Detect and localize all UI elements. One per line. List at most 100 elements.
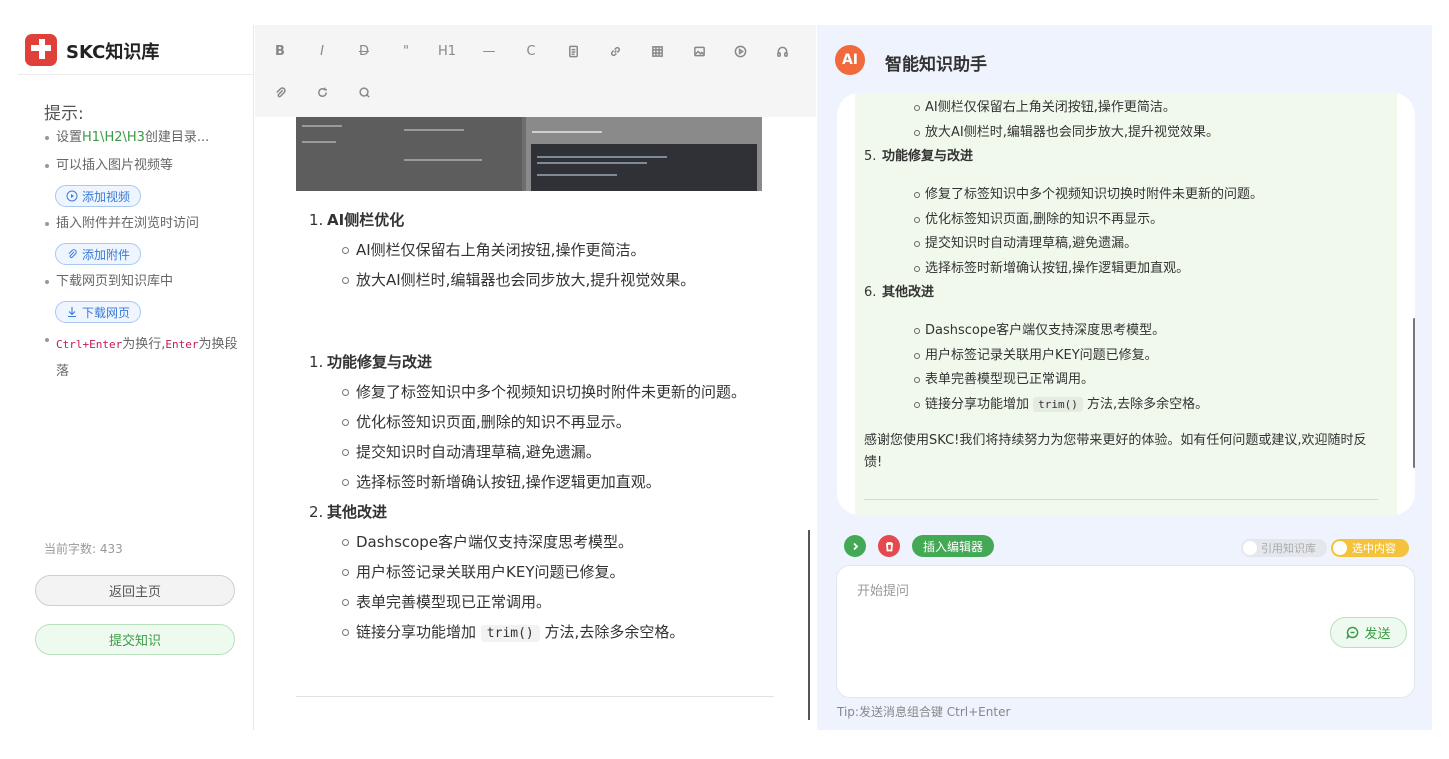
audio-button[interactable] (768, 39, 796, 63)
refresh-icon (317, 87, 327, 97)
tip-text: 插入附件并在浏览时访问 (56, 216, 200, 231)
list-item: 表单完善模型现已正常调用。 (855, 372, 1397, 397)
tip-item: 设置H1\H2\H3创建目录... (44, 129, 244, 147)
chat-bubble-icon (1346, 626, 1359, 639)
tip-text: 设置 (56, 130, 83, 145)
play-circle-icon (734, 45, 746, 57)
thanks-text: 感谢您使用SKC!我们将持续努力为您带来更好的体验。如有任何问题或建议,欢迎随时… (864, 433, 1367, 470)
section-number: 1. (309, 211, 324, 229)
headphones-icon (776, 46, 788, 57)
list-item: 修复了标签知识中多个视频知识切换时附件未更新的问题。 (309, 383, 789, 413)
strikethrough-button[interactable]: D (350, 39, 378, 63)
add-video-button[interactable]: 添加视频 (55, 185, 142, 207)
question-input[interactable] (857, 580, 1257, 602)
image-left-panel (296, 117, 522, 191)
add-attachment-button[interactable]: 添加附件 (55, 243, 142, 265)
list-item-text: 方法,去除多余空格。 (1087, 396, 1209, 412)
toggle-knob (1243, 541, 1257, 555)
toggle-label: 引用知识库 (1261, 542, 1316, 555)
editor-toolbar: B I D " H1 — C (255, 25, 816, 117)
section-title: AI侧栏优化 (327, 211, 405, 229)
list-item: AI侧栏仅保留右上角关闭按钮,操作更简洁。 (309, 241, 789, 271)
section-title: 其他改进 (327, 503, 388, 521)
video-button[interactable] (726, 39, 754, 63)
section-title: 其他改进 (882, 285, 935, 300)
brand-header: SKC知识库 (18, 25, 254, 75)
list-item: 放大AI侧栏时,编辑器也会同步放大,提升视觉效果。 (855, 125, 1397, 150)
reference-knowledge-toggle[interactable]: 引用知识库 (1241, 539, 1327, 557)
tip-item: 可以插入图片视频等 (44, 157, 244, 175)
toggle-knob (1333, 541, 1347, 555)
tip-text: 下载网页到知识库中 (56, 274, 174, 289)
send-button[interactable]: 发送 (1330, 617, 1407, 648)
question-box: 发送 (836, 565, 1415, 698)
bold-button[interactable]: B (266, 39, 294, 63)
delete-button[interactable] (878, 535, 900, 557)
italic-button[interactable]: I (308, 39, 336, 63)
chat-controls: 插入编辑器 引用知识库 选中内容 (817, 533, 1432, 559)
section-number: 6. (864, 285, 877, 300)
brand-logo-icon (25, 34, 57, 66)
list-item: 修复了标签知识中多个视频知识切换时附件未更新的问题。 (855, 187, 1397, 212)
list-item: Dashscope客户端仅支持深度思考模型。 (855, 323, 1397, 348)
link-icon (610, 46, 620, 56)
link-button[interactable] (601, 39, 629, 63)
image-right-panel (526, 117, 762, 191)
tip-code: Ctrl+Enter (56, 338, 123, 351)
word-count-label: 当前字数: (44, 542, 97, 556)
submit-knowledge-button[interactable]: 提交知识 (35, 624, 235, 655)
insert-editor-button[interactable]: 插入编辑器 (912, 535, 995, 557)
list-item: 提交知识时自动清理草稿,避免遗漏。 (855, 236, 1397, 261)
list-item: 选择标签时新增确认按钮,操作逻辑更加直观。 (309, 473, 789, 503)
message-content: AI侧栏仅保留右上角关闭按钮,操作更简洁。 放大AI侧栏时,编辑器也会同步放大,… (855, 93, 1397, 474)
trash-icon (885, 541, 893, 551)
section-heading: 1. AI侧栏优化 (309, 211, 789, 241)
tip-highlight: H1\H2\H3 (82, 130, 145, 145)
ai-avatar: AI (835, 45, 865, 75)
inline-code: trim() (1033, 396, 1083, 412)
paperclip-icon (68, 249, 77, 259)
chat-window: AI侧栏仅保留右上角关闭按钮,操作更简洁。 放大AI侧栏时,编辑器也会同步放大,… (837, 93, 1415, 515)
section-heading: 5. 功能修复与改进 (855, 149, 1397, 173)
tip-item: Ctrl+Enter为换行,Enter为换段落 (44, 331, 244, 385)
editor: B I D " H1 — C 1. AI侧栏优化 AI侧栏仅保留右上角关闭按钮,… (255, 25, 816, 730)
attachment-button[interactable] (266, 80, 294, 104)
editor-scrollbar[interactable] (808, 530, 810, 720)
code-button[interactable]: C (517, 39, 545, 63)
list-item: 表单完善模型现已正常调用。 (309, 593, 789, 623)
ai-panel: AI 智能知识助手 AI侧栏仅保留右上角关闭按钮,操作更简洁。 放大AI侧栏时,… (817, 25, 1432, 730)
back-home-button[interactable]: 返回主页 (35, 575, 235, 606)
horizontal-rule-button[interactable]: — (475, 39, 503, 63)
download-icon (68, 307, 76, 318)
download-page-label: 下载网页 (82, 305, 131, 320)
sidebar: SKC知识库 提示: 设置H1\H2\H3创建目录... 可以插入图片视频等 添… (18, 25, 254, 730)
section-heading: 6. 其他改进 (855, 285, 1397, 309)
add-video-label: 添加视频 (82, 189, 131, 204)
section-heading: 1. 功能修复与改进 (309, 353, 789, 383)
expand-button[interactable] (844, 535, 866, 557)
image-button[interactable] (685, 39, 713, 63)
search-button[interactable] (350, 80, 378, 104)
selected-content-toggle[interactable]: 选中内容 (1331, 539, 1409, 557)
add-attachment-label: 添加附件 (82, 247, 131, 262)
download-page-button[interactable]: 下载网页 (55, 301, 142, 323)
document-button[interactable] (559, 39, 587, 63)
chat-scrollbar[interactable] (1413, 318, 1415, 468)
embedded-screenshot-image (296, 117, 762, 191)
list-item: 链接分享功能增加 trim() 方法,去除多余空格。 (309, 623, 789, 653)
tips-title: 提示: (44, 104, 84, 124)
quote-button[interactable]: " (392, 39, 420, 63)
heading-button[interactable]: H1 (433, 39, 461, 63)
section-title: 功能修复与改进 (327, 353, 433, 371)
editor-content[interactable]: 1. AI侧栏优化 AI侧栏仅保留右上角关闭按钮,操作更简洁。 放大AI侧栏时,编… (255, 117, 816, 730)
download-web-button[interactable] (308, 80, 336, 104)
list-item: 优化标签知识页面,删除的知识不再显示。 (309, 413, 789, 443)
search-icon (358, 86, 370, 98)
grid-icon (651, 45, 663, 57)
section-title: 功能修复与改进 (882, 149, 974, 164)
tip-text: 创建目录... (144, 130, 210, 145)
list-item: Dashscope客户端仅支持深度思考模型。 (309, 533, 789, 563)
image-icon (693, 46, 705, 56)
table-button[interactable] (643, 39, 671, 63)
play-circle-icon (66, 190, 78, 202)
